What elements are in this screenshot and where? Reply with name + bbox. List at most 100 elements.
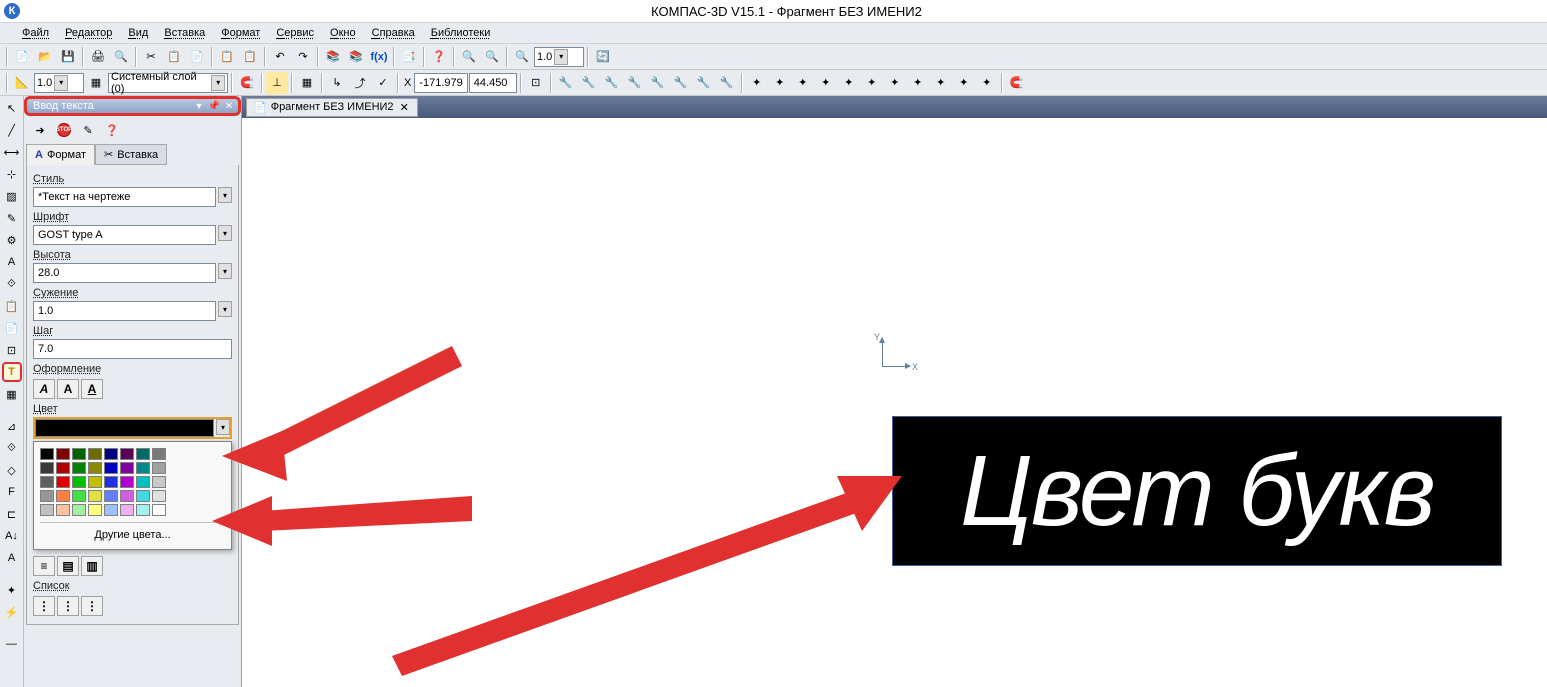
vtool-a5-icon[interactable]: ⊡ xyxy=(2,340,22,360)
canvas-text-block[interactable]: Цвет букв xyxy=(892,416,1502,566)
menu-window[interactable]: Окно xyxy=(322,24,364,42)
snap-p2-icon[interactable]: ✦ xyxy=(769,72,791,94)
color-cell[interactable] xyxy=(120,448,134,460)
color-cell[interactable] xyxy=(88,462,102,474)
vtool-cursor-icon[interactable]: ↖ xyxy=(2,98,22,118)
vtool-d1-icon[interactable]: — xyxy=(2,634,22,654)
color-cell[interactable] xyxy=(40,476,54,488)
underline-button[interactable]: A xyxy=(81,379,103,399)
coord3-icon[interactable]: ✓ xyxy=(372,72,394,94)
color-cell[interactable] xyxy=(152,462,166,474)
vtool-b6-icon[interactable]: A↓ xyxy=(2,526,22,546)
vtool-a3-icon[interactable]: 📋 xyxy=(2,296,22,316)
list-b2-icon[interactable]: ⋮ xyxy=(57,596,79,616)
list2-icon[interactable]: ▤ xyxy=(57,556,79,576)
canvas-area[interactable]: 📄 Фрагмент БЕЗ ИМЕНИ2 ✕ Y X Цвет букв xyxy=(242,96,1547,687)
panel-pin-icon[interactable]: 📌 xyxy=(207,99,221,113)
vtool-a1-icon[interactable]: A xyxy=(2,252,22,272)
color-cell[interactable] xyxy=(40,448,54,460)
vtool-a4-icon[interactable]: 📄 xyxy=(2,318,22,338)
vtool-axis-icon[interactable]: ⊹ xyxy=(2,164,22,184)
vtool-param-icon[interactable]: ⚙ xyxy=(2,230,22,250)
narrow-input[interactable]: 1.0 xyxy=(33,301,216,321)
color-cell[interactable] xyxy=(120,476,134,488)
vtool-b2-icon[interactable]: ⟐ xyxy=(2,438,22,458)
other-colors-button[interactable]: Другие цвета... xyxy=(40,522,225,543)
refresh-icon[interactable]: 🔄 xyxy=(592,46,614,68)
color-cell[interactable] xyxy=(40,462,54,474)
bold-button[interactable]: A xyxy=(57,379,79,399)
color-cell[interactable] xyxy=(136,504,150,516)
vtool-b4-icon[interactable]: F xyxy=(2,482,22,502)
tool-g-icon[interactable]: 🔧 xyxy=(693,72,715,94)
magnet-icon[interactable]: 🧲 xyxy=(236,72,258,94)
library-icon[interactable]: 📚 xyxy=(322,46,344,68)
list-icon[interactable]: 📋 xyxy=(239,46,261,68)
color-cell[interactable] xyxy=(88,448,102,460)
menu-service[interactable]: Сервис xyxy=(268,24,322,42)
vtool-edit-icon[interactable]: ✎ xyxy=(2,208,22,228)
snap-p3-icon[interactable]: ✦ xyxy=(792,72,814,94)
snap-p10-icon[interactable]: ✦ xyxy=(953,72,975,94)
tool-d-icon[interactable]: 🔧 xyxy=(624,72,646,94)
list-b1-icon[interactable]: ⋮ xyxy=(33,596,55,616)
panel-close-icon[interactable]: ✕ xyxy=(222,99,236,113)
menu-file[interactable]: Файл xyxy=(14,24,57,42)
vtool-hatch-icon[interactable]: ▨ xyxy=(2,186,22,206)
coord-x-value[interactable]: -171.979 xyxy=(414,73,467,93)
panel-edit-icon[interactable]: ✎ xyxy=(78,120,98,140)
color-cell[interactable] xyxy=(120,462,134,474)
tool-e-icon[interactable]: 🔧 xyxy=(647,72,669,94)
coord1-icon[interactable]: ↳ xyxy=(326,72,348,94)
vtool-b5-icon[interactable]: ⊏ xyxy=(2,504,22,524)
tool-c-icon[interactable]: 🔧 xyxy=(601,72,623,94)
vtool-b3-icon[interactable]: ◇ xyxy=(2,460,22,480)
narrow-combo-arrow[interactable] xyxy=(218,301,232,317)
color-cell[interactable] xyxy=(152,448,166,460)
grid-icon[interactable]: ▦ xyxy=(296,72,318,94)
height-input[interactable]: 28.0 xyxy=(33,263,216,283)
zoom-icon[interactable]: 🔍 xyxy=(511,46,533,68)
cut-icon[interactable]: ✂ xyxy=(140,46,162,68)
color-cell[interactable] xyxy=(104,448,118,460)
snap-p9-icon[interactable]: ✦ xyxy=(930,72,952,94)
tool-b-icon[interactable]: 🔧 xyxy=(578,72,600,94)
var-icon[interactable]: 📑 xyxy=(398,46,420,68)
paste-icon[interactable]: 📄 xyxy=(186,46,208,68)
color-cell[interactable] xyxy=(88,504,102,516)
italic-button[interactable]: A xyxy=(33,379,55,399)
color-cell[interactable] xyxy=(136,490,150,502)
doc-tab[interactable]: 📄 Фрагмент БЕЗ ИМЕНИ2 ✕ xyxy=(246,98,418,117)
coord-y-value[interactable]: 44.450 xyxy=(469,73,517,93)
list1-icon[interactable]: ≡ xyxy=(33,556,55,576)
tab-format[interactable]: AФормат xyxy=(26,144,95,165)
list-b3-icon[interactable]: ⋮ xyxy=(81,596,103,616)
color-cell[interactable] xyxy=(152,490,166,502)
redo-icon[interactable]: ↷ xyxy=(292,46,314,68)
snap-p7-icon[interactable]: ✦ xyxy=(884,72,906,94)
step-input[interactable]: 7.0 xyxy=(33,339,232,359)
color-cell[interactable] xyxy=(104,462,118,474)
color-cell[interactable] xyxy=(136,462,150,474)
properties-icon[interactable]: 📋 xyxy=(216,46,238,68)
color-cell[interactable] xyxy=(72,490,86,502)
snap-p6-icon[interactable]: ✦ xyxy=(861,72,883,94)
style-combo[interactable]: *Текст на чертеже xyxy=(33,187,216,207)
color-cell[interactable] xyxy=(56,462,70,474)
vtool-a2-icon[interactable]: ⟐ xyxy=(2,274,22,294)
color-cell[interactable] xyxy=(72,462,86,474)
help-icon[interactable]: ❓ xyxy=(428,46,450,68)
vtool-text-icon[interactable]: T xyxy=(2,362,22,382)
vtool-line-icon[interactable]: ╱ xyxy=(2,120,22,140)
snap-p1-icon[interactable]: ✦ xyxy=(746,72,768,94)
coord2-icon[interactable]: ⤴ xyxy=(349,72,371,94)
zoom-window-icon[interactable]: 🔍 xyxy=(481,46,503,68)
preview-icon[interactable]: 🔍 xyxy=(110,46,132,68)
color-cell[interactable] xyxy=(40,504,54,516)
color-cell[interactable] xyxy=(136,448,150,460)
tab-insert[interactable]: ✂Вставка xyxy=(95,144,167,165)
tool-h-icon[interactable]: 🔧 xyxy=(716,72,738,94)
library2-icon[interactable]: 📚 xyxy=(345,46,367,68)
color-cell[interactable] xyxy=(152,504,166,516)
vtool-b1-icon[interactable]: ⊿ xyxy=(2,416,22,436)
